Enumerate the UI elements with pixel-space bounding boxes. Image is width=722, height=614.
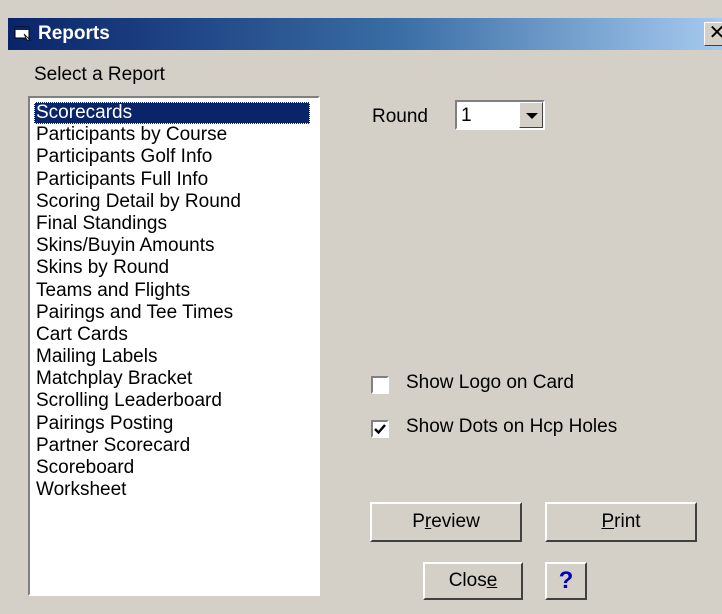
report-list-item[interactable]: Participants by Course xyxy=(34,124,318,146)
chevron-down-icon xyxy=(526,113,538,119)
report-list-item[interactable]: Final Standings xyxy=(34,213,318,235)
window-title: Reports xyxy=(38,23,110,44)
select-report-label: Select a Report xyxy=(34,64,165,85)
report-list-item[interactable]: Matchplay Bracket xyxy=(34,368,318,390)
report-list-item[interactable]: Participants Golf Info xyxy=(34,146,318,168)
report-list-item[interactable]: Mailing Labels xyxy=(34,346,318,368)
report-list-item[interactable]: Partner Scorecard xyxy=(34,435,318,457)
print-button[interactable]: Print xyxy=(545,502,697,542)
close-window-button[interactable]: ✕ xyxy=(704,22,722,46)
close-icon: ✕ xyxy=(708,22,722,44)
preview-button[interactable]: Preview xyxy=(370,502,522,542)
report-list-item[interactable]: Skins/Buyin Amounts xyxy=(34,235,318,257)
show-dots-label[interactable]: Show Dots on Hcp Holes xyxy=(406,416,617,438)
report-list-item[interactable]: Skins by Round xyxy=(34,257,318,279)
report-listbox[interactable]: Scorecards Participants by Course Particip… xyxy=(28,96,320,596)
report-list-item[interactable]: Scoreboard xyxy=(34,457,318,479)
report-list-item[interactable]: Cart Cards xyxy=(34,324,318,346)
report-list-item[interactable]: Teams and Flights xyxy=(34,280,318,302)
close-button[interactable]: Close xyxy=(423,562,523,600)
title-bar[interactable]: Reports ✕ xyxy=(8,18,722,50)
round-dropdown-button[interactable] xyxy=(519,102,543,128)
reports-dialog: Reports ✕ Select a Report Scorecards Part… xyxy=(0,0,722,614)
round-value: 1 xyxy=(461,105,472,126)
show-logo-checkbox[interactable] xyxy=(371,376,389,394)
report-list-item[interactable]: Worksheet xyxy=(34,479,318,501)
help-button[interactable]: ? xyxy=(545,562,587,600)
help-icon: ? xyxy=(558,567,574,594)
checkmark-icon xyxy=(374,424,386,435)
report-list-item[interactable]: Scoring Detail by Round xyxy=(34,191,318,213)
report-list-item[interactable]: Pairings and Tee Times xyxy=(34,302,318,324)
reports-app-icon xyxy=(14,26,31,41)
report-list-item[interactable]: Pairings Posting xyxy=(34,413,318,435)
report-list-item[interactable]: Scorecards xyxy=(34,102,310,125)
report-list-item[interactable]: Participants Full Info xyxy=(34,169,318,191)
round-select[interactable]: 1 xyxy=(455,100,545,130)
show-logo-label[interactable]: Show Logo on Card xyxy=(406,372,574,394)
report-list-item[interactable]: Scrolling Leaderboard xyxy=(34,390,318,412)
round-label: Round xyxy=(372,106,428,127)
show-dots-checkbox[interactable] xyxy=(371,420,389,438)
